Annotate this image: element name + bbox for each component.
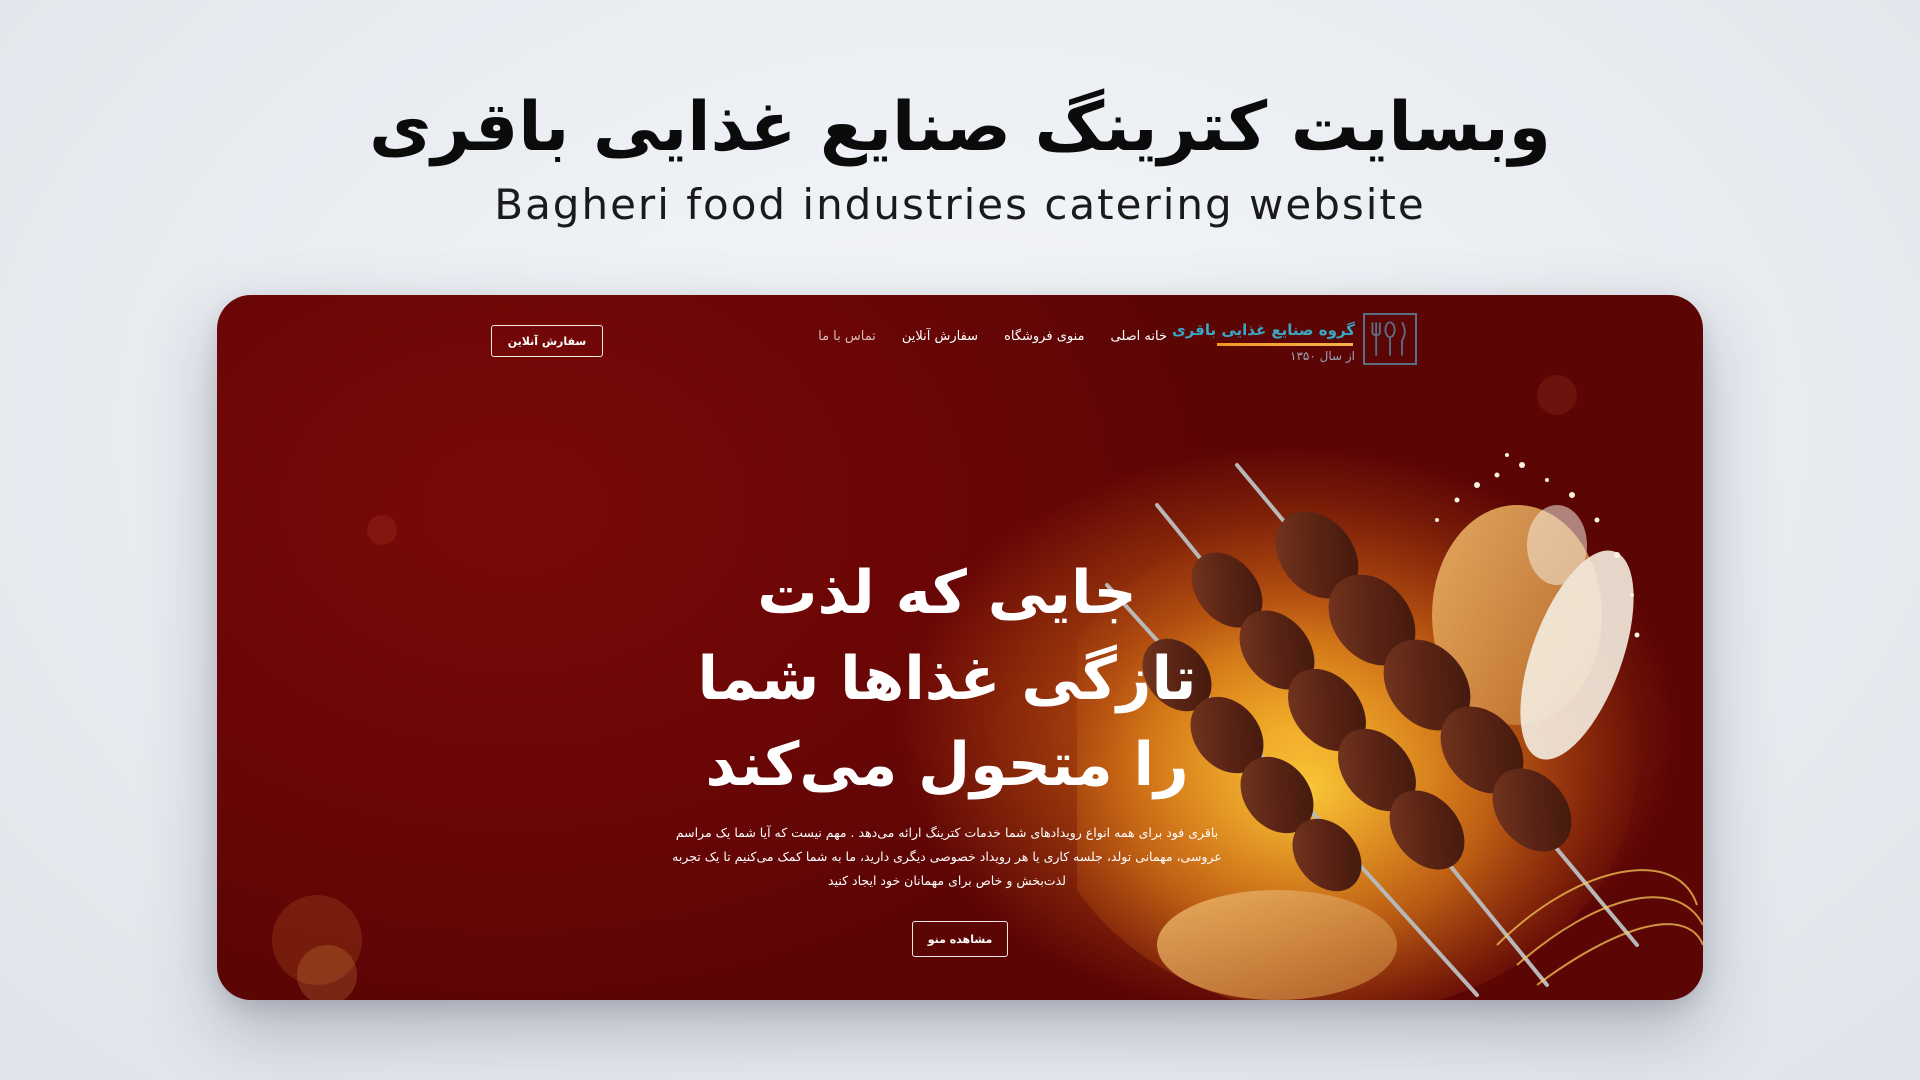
nav-link-online-order[interactable]: سفارش آنلاین: [902, 329, 978, 344]
hero-title-line: جایی که لذت: [757, 558, 1137, 628]
bokeh-light: [297, 945, 357, 1000]
hero-title-line: را متحول می‌کند: [705, 730, 1189, 800]
site-nav: گروه صنایع غذایی باقری از سال ۱۳۵۰ خانه …: [217, 295, 1703, 385]
nav-link-store-menu[interactable]: منوی فروشگاه: [1004, 329, 1084, 344]
hero-title-line: تازگی غذاها شما: [697, 644, 1197, 714]
fork-spoon-knife-logo-icon: [1363, 313, 1417, 365]
website-preview: گروه صنایع غذایی باقری از سال ۱۳۵۰ خانه …: [217, 295, 1703, 1000]
bokeh-light: [367, 515, 397, 545]
view-menu-button[interactable]: مشاهده منو: [912, 921, 1008, 957]
nav-link-contact[interactable]: تماس با ما: [818, 329, 876, 344]
nav-link-home[interactable]: خانه اصلی: [1110, 329, 1167, 344]
hero-description: باقری فود برای همه انواع رویدادهای شما خ…: [672, 825, 1222, 888]
nav-links: خانه اصلی منوی فروشگاه سفارش آنلاین تماس…: [777, 329, 1167, 344]
online-order-button[interactable]: سفارش آنلاین: [491, 325, 603, 357]
brand-logo[interactable]: گروه صنایع غذایی باقری از سال ۱۳۵۰: [1172, 313, 1417, 373]
hero-title: جایی که لذت تازگی غذاها شما را متحول می‌…: [687, 550, 1207, 808]
brand-name: گروه صنایع غذایی باقری: [1171, 321, 1355, 339]
brand-since: از سال ۱۳۵۰: [1290, 349, 1355, 363]
showcase-title: وبسایت کترینگ صنایع غذایی باقری: [369, 88, 1551, 167]
brand-underline: [1217, 343, 1353, 346]
showcase-subtitle: Bagheri food industries catering website: [494, 180, 1426, 229]
